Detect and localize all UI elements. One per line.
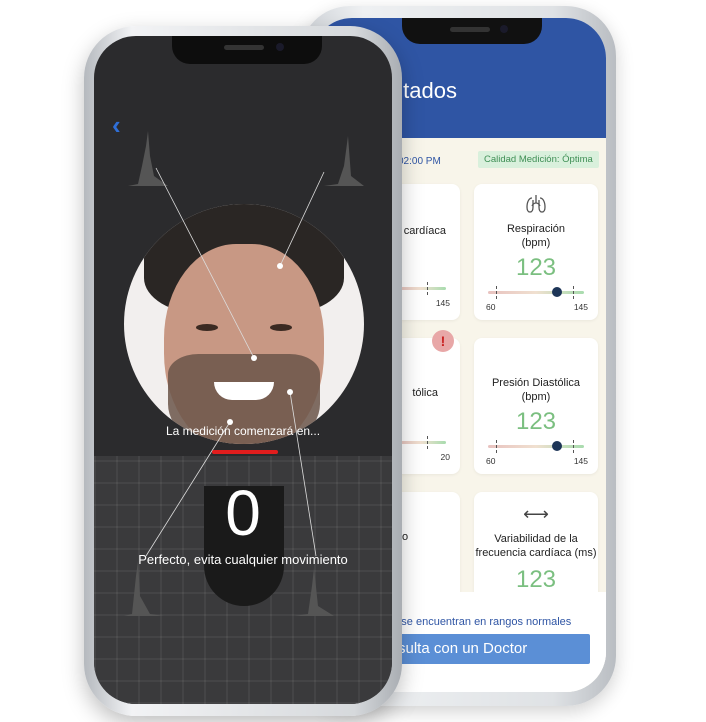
card-label: Respiración (bpm) [506,223,566,249]
range-bar: 20 [396,436,450,462]
measurement-start-label: La medición comenzará en... [165,424,321,438]
range-bar: 145 [396,282,450,308]
phone-notch [402,18,542,44]
respiration-card[interactable]: Respiración (bpm) 123 60 145 [474,184,598,320]
lungs-icon [474,192,598,221]
hrv-card[interactable]: ⟷ Variabilidad de la frecuencia cardíaca… [474,492,598,602]
diastolic-card[interactable]: Presión Diastólica (bpm) 123 60 145 [474,338,598,474]
range-max: 145 [573,456,588,466]
card-value: 123 [515,566,557,593]
left-right-arrow-icon: ⟷ [523,504,549,524]
range-max: 145 [435,298,450,308]
tracking-lines [145,167,325,557]
measurement-time: 02:00 PM [398,156,441,167]
quality-badge: Calidad Medición: Óptima [478,151,599,168]
phone-notch [172,36,322,64]
range-min: 60 [486,302,496,312]
range-max: 145 [573,302,588,312]
countdown-progress [212,450,278,454]
countdown-number: 0 [225,477,261,549]
footer-note: no se encuentran en rangos normales [386,616,572,628]
range-min: 60 [486,456,496,466]
card-label: Variabilidad de la frecuencia cardíaca (… [475,533,597,559]
range-bar: 60 145 [486,440,588,466]
card-value: 123 [515,254,557,281]
range-max: 20 [440,452,450,462]
card-value: 123 [515,408,557,435]
scan-phone: ‹ La medición comenzará en... 0 Perfecto… [84,26,402,716]
alert-icon: ! [432,330,454,352]
card-label: Presión Diastólica (bpm) [491,377,581,403]
range-bar: 60 145 [486,286,588,312]
scan-screen: ‹ La medición comenzará en... 0 Perfecto… [94,36,392,704]
instruction-text: Perfecto, evita cualquier movimiento [138,552,348,567]
consult-doctor-button[interactable]: sulta con un Doctor [386,634,590,664]
